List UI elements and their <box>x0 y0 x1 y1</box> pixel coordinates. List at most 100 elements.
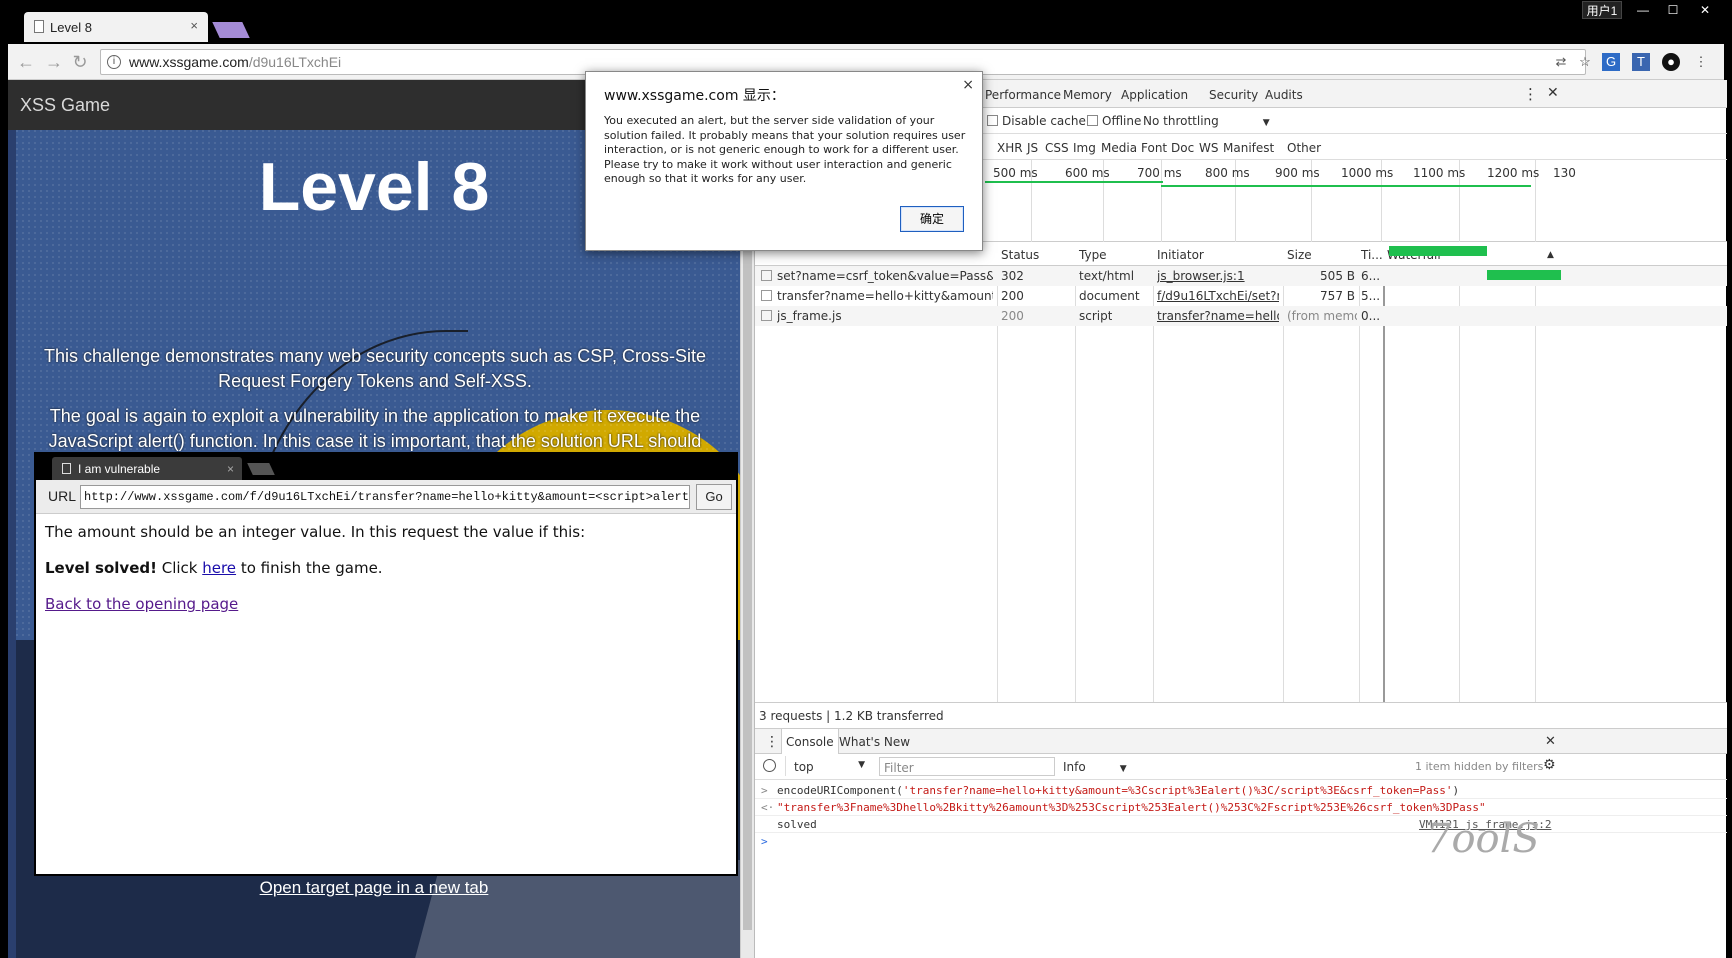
request-status: 302 <box>1001 269 1024 283</box>
filter-font[interactable]: Font <box>1141 141 1167 155</box>
column-status[interactable]: Status <box>1001 248 1039 262</box>
alert-message: You executed an alert, but the server si… <box>604 114 966 185</box>
back-to-opening-link[interactable]: Back to the opening page <box>45 595 238 613</box>
request-initiator[interactable]: js_browser.js:1 <box>1157 269 1279 283</box>
offline-checkbox[interactable]: Offline <box>1087 114 1141 128</box>
minimize-icon[interactable]: — <box>1630 1 1656 19</box>
filter-xhr[interactable]: XHR <box>997 141 1023 155</box>
tab-security[interactable]: Security <box>1209 88 1258 102</box>
vulnerable-app-frame: I am vulnerable × URL http://www.xssgame… <box>36 454 736 874</box>
throttling-select[interactable]: No throttling ▼ <box>1143 114 1270 128</box>
throttling-value: No throttling <box>1143 114 1219 128</box>
devtools-menu-icon[interactable]: ⋮ <box>1523 85 1538 103</box>
tab-console[interactable]: Console <box>781 729 839 754</box>
column-time[interactable]: Ti... <box>1361 248 1383 262</box>
hidden-items-count: 1 item hidden by filters <box>1415 760 1544 773</box>
reload-icon[interactable]: ↻ <box>70 52 90 72</box>
column-size[interactable]: Size <box>1287 248 1312 262</box>
frame-tab-close-icon[interactable]: × <box>227 462 234 476</box>
forward-icon[interactable]: → <box>44 52 64 72</box>
context-select[interactable]: top ▼ <box>785 756 869 776</box>
filter-js[interactable]: JS <box>1027 141 1038 155</box>
request-initiator[interactable]: transfer?name=hello+k... <box>1157 309 1279 323</box>
finish-game-link[interactable]: here <box>202 559 236 577</box>
filter-media[interactable]: Media <box>1101 141 1137 155</box>
table-row[interactable]: set?name=csrf_token&value=Pass&redirect=… <box>755 266 1727 286</box>
frame-tab[interactable]: I am vulnerable × <box>52 457 242 480</box>
extension-icon[interactable]: T <box>1632 53 1650 71</box>
drawer-close-icon[interactable]: ✕ <box>1545 734 1556 749</box>
filter-manifest[interactable]: Manifest <box>1223 141 1274 155</box>
browser-tab-level-8[interactable]: Level 8 × <box>24 12 208 42</box>
back-icon[interactable]: ← <box>16 52 36 72</box>
star-icon[interactable]: ☆ <box>1576 53 1594 71</box>
table-row[interactable]: transfer?name=hello+kitty&amount=%3Cscri… <box>755 286 1727 306</box>
console-output: > encodeURIComponent('transfer?name=hell… <box>755 780 1727 958</box>
info-icon[interactable]: i <box>107 55 121 69</box>
clear-console-icon[interactable] <box>763 759 776 772</box>
dropdown-arrow-icon: ▼ <box>1262 118 1270 128</box>
console-filter-input[interactable]: Filter <box>879 757 1055 776</box>
filter-doc[interactable]: Doc <box>1171 141 1194 155</box>
new-tab-button[interactable] <box>212 22 250 38</box>
column-initiator[interactable]: Initiator <box>1157 248 1204 262</box>
filter-other[interactable]: Other <box>1287 141 1321 155</box>
solved-click-text: Click <box>156 559 203 577</box>
request-initiator[interactable]: f/d9u16LTxchEi/set?na... <box>1157 289 1279 303</box>
tab-application[interactable]: Application <box>1121 88 1188 102</box>
tab-memory[interactable]: Memory <box>1063 88 1112 102</box>
frame-new-tab[interactable] <box>247 463 275 475</box>
console-log-line: solved VM4121 js_frame.js:2 <box>755 816 1727 833</box>
console-log-text: solved <box>777 818 817 831</box>
intro-paragraph: This challenge demonstrates many web sec… <box>44 346 706 391</box>
maximize-icon[interactable]: ☐ <box>1660 1 1686 19</box>
close-window-icon[interactable]: ✕ <box>1692 1 1718 19</box>
filter-css[interactable]: CSS <box>1045 141 1069 155</box>
result-prompt-icon: <· <box>761 801 775 814</box>
timeline-tick: 1000 ms <box>1341 166 1394 180</box>
request-time: 6... <box>1361 269 1381 283</box>
alert-title: www.xssgame.com 显示： <box>604 88 785 104</box>
alert-ok-button[interactable]: 确定 <box>900 206 964 232</box>
tab-whats-new[interactable]: What's New <box>839 735 910 749</box>
request-size: (from memo... <box>1287 309 1357 323</box>
request-name: transfer?name=hello+kitty&amount=%3Cscri… <box>777 289 993 303</box>
tab-audits[interactable]: Audits <box>1265 88 1303 102</box>
alert-close-icon[interactable]: × <box>962 77 974 93</box>
column-type[interactable]: Type <box>1079 248 1107 262</box>
translate-icon[interactable]: ⇄ <box>1552 53 1570 71</box>
timeline-tick: 1200 ms <box>1487 166 1540 180</box>
console-settings-icon[interactable]: ⚙ <box>1543 757 1556 773</box>
filter-ws[interactable]: WS <box>1199 141 1218 155</box>
tab-performance[interactable]: Performance <box>985 88 1061 102</box>
translate-extension-icon[interactable]: G <box>1602 53 1620 71</box>
brand-title[interactable]: XSS Game <box>20 95 110 116</box>
row-checkbox[interactable] <box>761 310 772 321</box>
frame-url-input[interactable]: http://www.xssgame.com/f/d9u16LTxchEi/tr… <box>80 485 690 509</box>
request-type: text/html <box>1079 269 1135 283</box>
window-titlebar: Level 8 × 用户1 — ☐ ✕ <box>0 0 1732 44</box>
tab-close-icon[interactable]: × <box>190 18 198 33</box>
timeline-bar <box>1161 185 1531 187</box>
console-toolbar: top ▼ Filter Info ▼ 1 item hidden by filte… <box>755 754 1727 780</box>
filter-img[interactable]: Img <box>1073 141 1096 155</box>
frame-url-label: URL <box>48 488 77 504</box>
drawer-menu-icon[interactable]: ⋮ <box>765 734 779 750</box>
sort-up-icon[interactable]: ▲ <box>1547 250 1554 260</box>
timeline-tick: 500 ms <box>993 166 1038 180</box>
open-target-link[interactable]: Open target page in a new tab <box>8 878 740 898</box>
disable-cache-checkbox[interactable]: Disable cache <box>987 114 1086 128</box>
console-code-close: ) <box>1452 784 1460 797</box>
console-prompt-line[interactable]: > <box>755 833 1727 850</box>
profile-extension-icon[interactable]: ● <box>1662 53 1680 71</box>
row-checkbox[interactable] <box>761 290 772 301</box>
log-level-select[interactable]: Info ▼ <box>1063 760 1127 774</box>
menu-icon[interactable]: ⋮ <box>1692 53 1710 71</box>
request-type: document <box>1079 289 1140 303</box>
devtools-close-icon[interactable]: ✕ <box>1547 85 1559 101</box>
go-button[interactable]: Go <box>696 484 732 510</box>
table-row[interactable]: js_frame.js 200 script transfer?name=hel… <box>755 306 1727 326</box>
user-profile-button[interactable]: 用户1 <box>1582 1 1622 19</box>
row-checkbox[interactable] <box>761 270 772 281</box>
network-summary: 3 requests | 1.2 KB transferred <box>755 702 1727 728</box>
